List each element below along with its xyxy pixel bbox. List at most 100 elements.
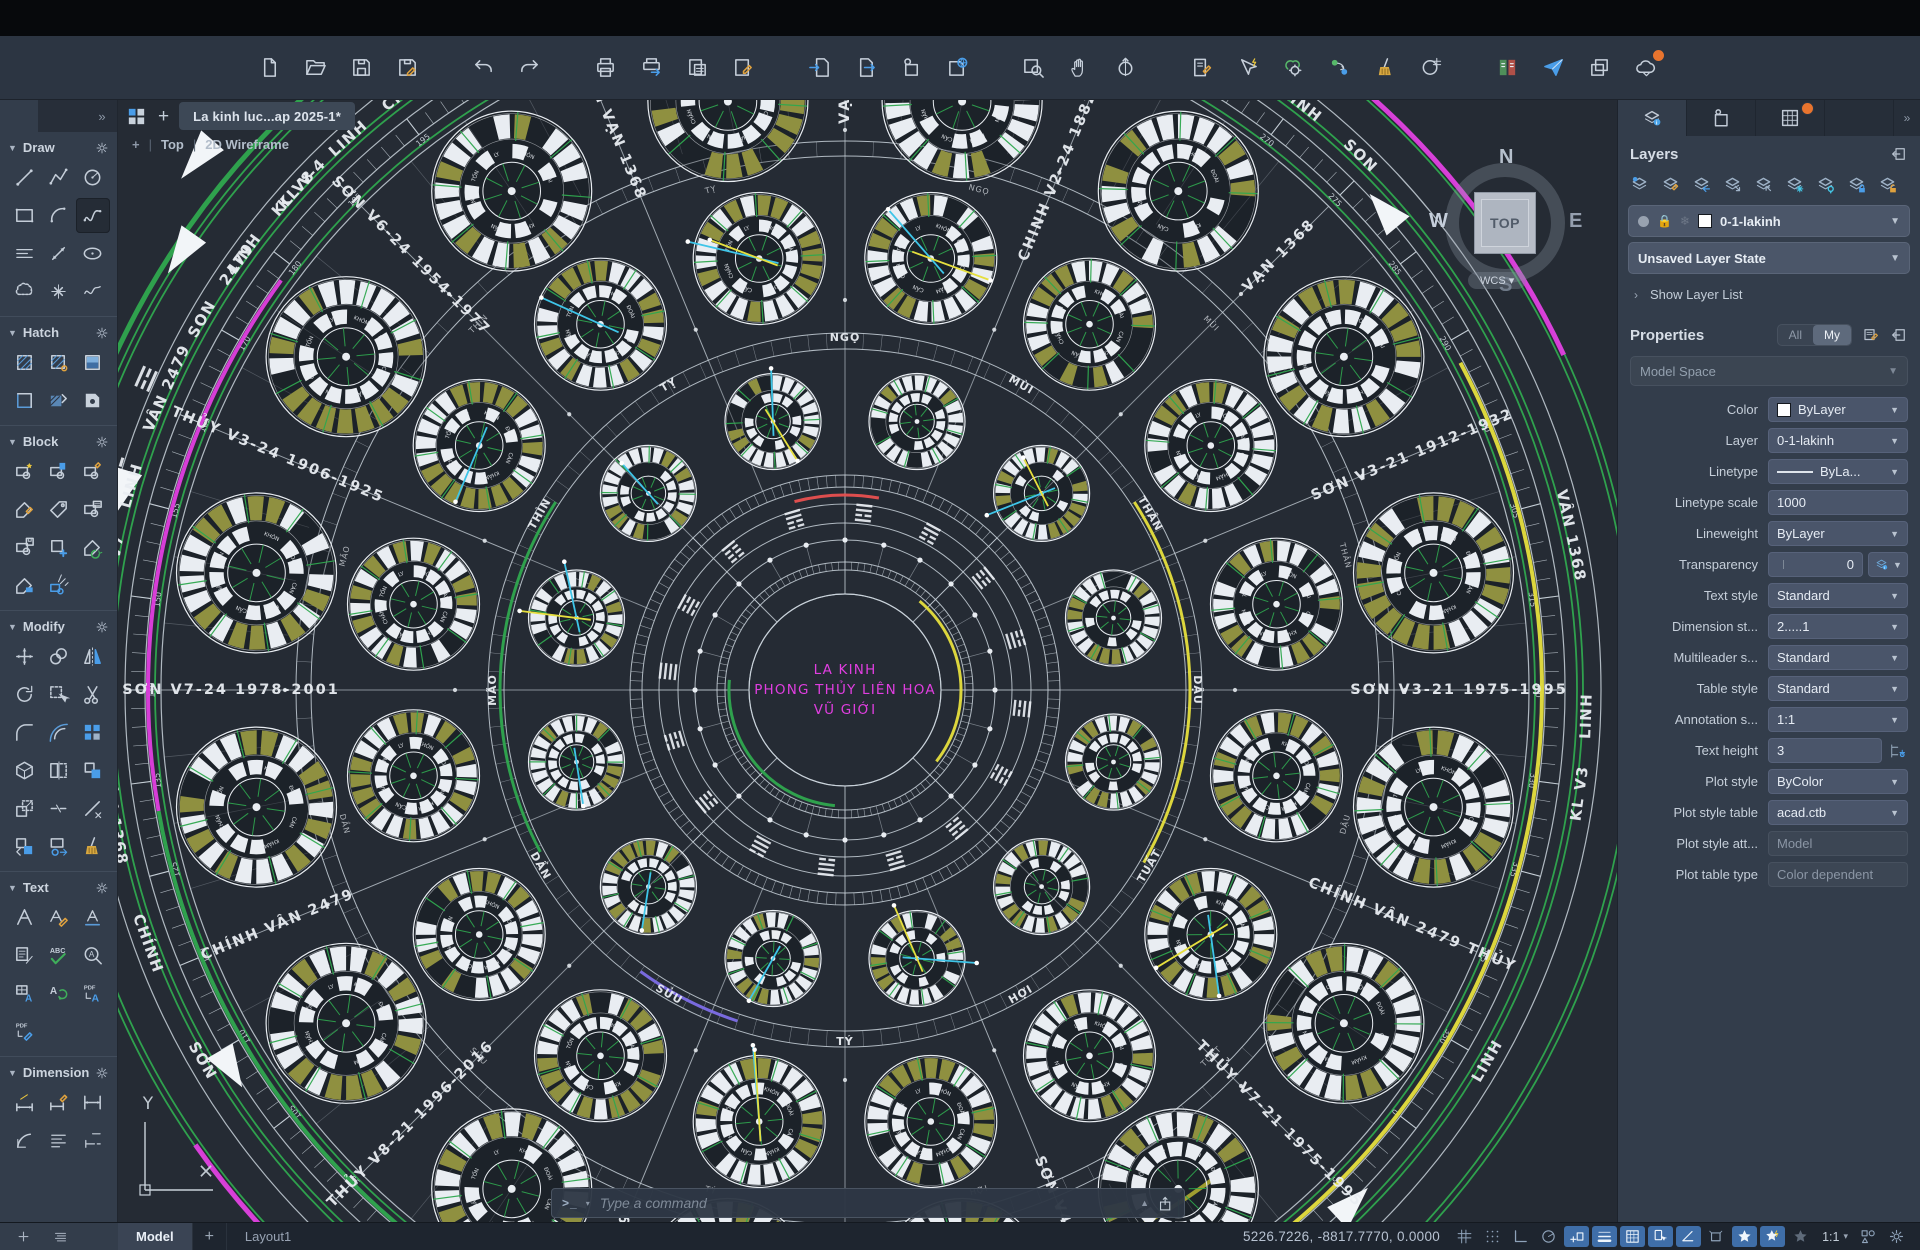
revision-cloud-tool-button[interactable] — [8, 274, 42, 309]
tab-empty[interactable] — [1825, 100, 1894, 136]
properties-filter[interactable]: AllMy — [1777, 324, 1852, 346]
text-style-tool-button[interactable] — [42, 900, 76, 935]
field-multileader-s[interactable]: Standard▼ — [1768, 645, 1908, 670]
multiline-tool-button[interactable] — [8, 236, 42, 271]
field-linetype[interactable]: ByLa...▼ — [1768, 459, 1908, 484]
edit-attribute-tool-button[interactable] — [8, 492, 42, 527]
command-line[interactable]: >_ ▾ ▲ — [551, 1188, 1185, 1218]
tab-model[interactable]: Model — [118, 1223, 192, 1250]
drawing-area[interactable]: 3203303353453500515203035455060657580909… — [118, 100, 1617, 1222]
tool-sets-button[interactable] — [1184, 51, 1218, 85]
filter-my[interactable]: My — [1813, 325, 1851, 345]
print-button[interactable] — [588, 51, 622, 85]
view-control[interactable]: Top — [161, 137, 184, 152]
palette-tabs-overflow[interactable]: » — [1894, 100, 1920, 136]
text-tool-button[interactable] — [8, 900, 42, 935]
current-layer-dropdown[interactable]: 🔒❄0-1-lakinh▼ — [1628, 205, 1910, 237]
panel-undock-icon[interactable] — [1890, 326, 1908, 344]
fillet-tool-button[interactable] — [8, 715, 42, 750]
scale-tool-button[interactable] — [8, 791, 42, 826]
viewcube-north[interactable]: N — [1499, 146, 1513, 169]
layer-unlock-button[interactable] — [1874, 172, 1900, 196]
annotation-scale-control[interactable]: 1:1▾ — [1822, 1230, 1848, 1244]
tab-2d-tools[interactable] — [0, 100, 38, 132]
copy-objects-tool-button[interactable] — [42, 829, 76, 864]
circle-tool-button[interactable] — [76, 160, 110, 195]
section-gear-icon[interactable] — [95, 620, 109, 634]
import-button[interactable] — [802, 51, 836, 85]
layer-lock-button[interactable] — [1843, 172, 1869, 196]
pdf-edit-tool-button[interactable]: PDF — [8, 1014, 42, 1049]
annotation-visibility-toggle[interactable] — [1732, 1226, 1757, 1247]
compass-drawing[interactable]: 3203303353453500515203035455060657580909… — [118, 100, 1617, 1222]
orbit-button[interactable] — [1108, 51, 1142, 85]
save-web-button[interactable] — [940, 51, 974, 85]
new-file-button[interactable] — [252, 51, 286, 85]
rectangle-tool-button[interactable] — [8, 198, 42, 233]
command-history-caret[interactable]: ▾ — [586, 1199, 590, 1208]
mirror-tool-button[interactable] — [76, 639, 110, 674]
polyline-tool-button[interactable] — [42, 160, 76, 195]
section-gear-icon[interactable] — [95, 881, 109, 895]
layer-off-button[interactable] — [1812, 172, 1838, 196]
purge-tool-button[interactable] — [76, 829, 110, 864]
workspace-switching-button[interactable] — [1856, 1226, 1881, 1247]
polar-tracking-toggle[interactable] — [1536, 1226, 1561, 1247]
section-header-draw[interactable]: ▼Draw — [6, 135, 111, 160]
section-gear-icon[interactable] — [95, 435, 109, 449]
paragraph-tool-button[interactable] — [8, 938, 42, 973]
save-as-button[interactable] — [390, 51, 424, 85]
snap-mode-toggle[interactable] — [1480, 1226, 1505, 1247]
export-button[interactable] — [848, 51, 882, 85]
layer-unisolate-button[interactable] — [1750, 172, 1776, 196]
measure-grow-tool-button[interactable] — [42, 236, 76, 271]
properties-edit-icon[interactable] — [1862, 326, 1880, 344]
viewcube-west[interactable]: W — [1429, 210, 1448, 233]
transparency-display-toggle[interactable] — [1620, 1226, 1645, 1247]
section-header-block[interactable]: ▼Block — [6, 429, 111, 454]
field-dimension-st[interactable]: 2.....1▼ — [1768, 614, 1908, 639]
add-panel-button[interactable] — [16, 1229, 31, 1244]
attribute-display-tool-button[interactable] — [8, 568, 42, 603]
selection-cycling-toggle[interactable] — [1648, 1226, 1673, 1247]
transparency-flyout[interactable]: i▼ — [1868, 552, 1908, 577]
field-color[interactable]: ByLayer▼ — [1768, 397, 1908, 422]
field-linetype-scale[interactable]: 1000 — [1768, 490, 1908, 515]
block-attribute-tool-button[interactable] — [76, 492, 110, 527]
new-layout-button[interactable]: + — [192, 1223, 227, 1250]
box-3d-tool-button[interactable] — [8, 753, 42, 788]
field-text-height[interactable]: 3 — [1768, 738, 1882, 763]
dim-list-tool-button[interactable] — [42, 1123, 76, 1158]
grid-display-toggle[interactable] — [1452, 1226, 1477, 1247]
section-header-dimension[interactable]: ▼Dimension — [6, 1060, 111, 1085]
region-tool-button[interactable] — [76, 383, 110, 418]
count-tool-button[interactable] — [1414, 51, 1448, 85]
section-gear-icon[interactable] — [95, 1066, 109, 1080]
hatch-set-tool-button[interactable] — [42, 383, 76, 418]
rotate-tool-button[interactable] — [8, 677, 42, 712]
layer-properties-button[interactable] — [1626, 172, 1652, 196]
viewcube[interactable]: N E S W TOP WCS ▾ — [1430, 148, 1580, 298]
tab-3d-tools[interactable] — [38, 100, 76, 132]
text-align-tool-button[interactable] — [76, 900, 110, 935]
attach-button[interactable] — [894, 51, 928, 85]
space-dropdown[interactable]: Model Space▼ — [1630, 356, 1908, 386]
write-block-tool-button[interactable] — [8, 530, 42, 565]
tag-tool-button[interactable] — [42, 492, 76, 527]
export-print-button[interactable] — [634, 51, 668, 85]
move-tool-button[interactable] — [8, 639, 42, 674]
sync-text-tool-button[interactable]: A — [42, 976, 76, 1011]
break-tool-button[interactable] — [42, 791, 76, 826]
autoscale-annotations-toggle[interactable] — [1760, 1226, 1785, 1247]
pdf-import-tool-button[interactable]: PDFA — [76, 976, 110, 1011]
dim-style-tool-button[interactable] — [42, 1085, 76, 1120]
field-table-style[interactable]: Standard▼ — [1768, 676, 1908, 701]
tool-sets-overflow-button[interactable]: » — [87, 100, 117, 132]
action-recorder-button[interactable] — [1322, 51, 1356, 85]
field-transparency[interactable]: 0 — [1768, 552, 1863, 577]
show-layer-list[interactable]: ›Show Layer List — [1618, 279, 1920, 312]
zoom-window-button[interactable] — [1016, 51, 1050, 85]
dim-baseline-tool-button[interactable] — [76, 1085, 110, 1120]
open-file-button[interactable] — [298, 51, 332, 85]
layer-match-button[interactable] — [1657, 172, 1683, 196]
